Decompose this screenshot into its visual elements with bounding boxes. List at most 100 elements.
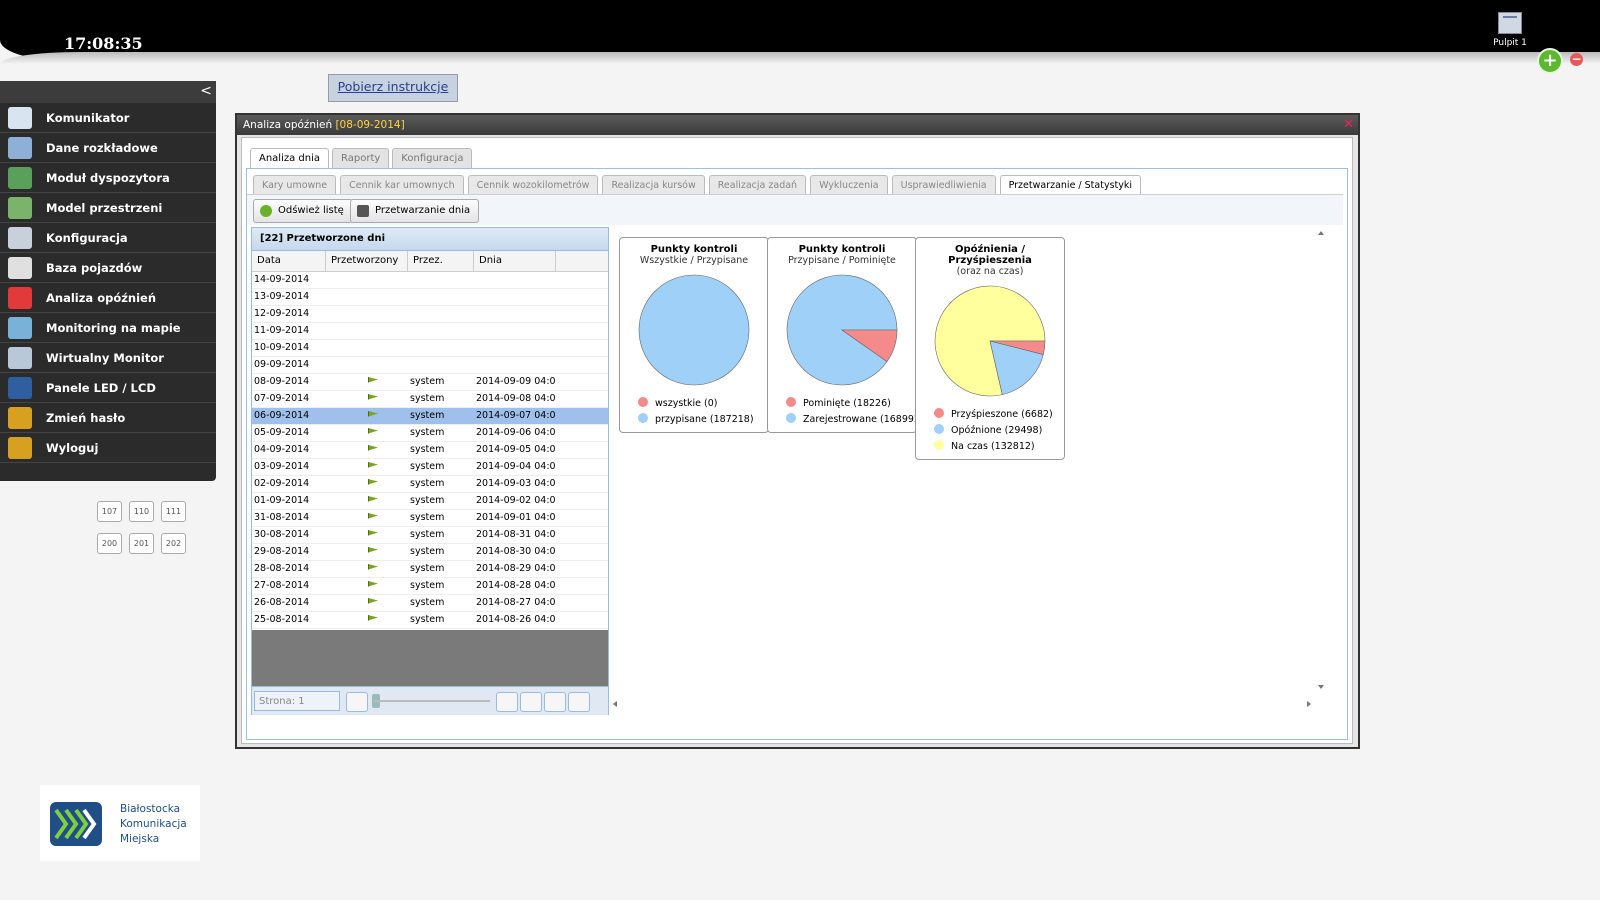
column-processed[interactable]: Przetworzony	[326, 251, 408, 271]
sidebar-item[interactable]: Model przestrzeni	[0, 193, 216, 223]
window-title-bar[interactable]: Analiza opóźnień [08-09-2014] ✕	[237, 115, 1358, 135]
chart-legend: Przyśpieszone (6682) Opóźnione (29498) Na …	[916, 407, 1064, 455]
sidebar-item[interactable]: Zmień hasło	[0, 403, 216, 433]
table-row[interactable]: 13-09-2014	[252, 289, 608, 306]
pager: Strona: 1	[252, 686, 608, 715]
cell-day: 2014-09-02 04:00	[476, 495, 556, 506]
column-date[interactable]: Data	[252, 251, 326, 271]
sidebar-item-label: Konfiguracja	[46, 230, 128, 245]
table-row[interactable]: 12-09-2014	[252, 306, 608, 323]
table-row[interactable]: 03-09-2014 system 2014-09-04 04:00	[252, 459, 608, 476]
tab-sub[interactable]: Usprawiedliwienia	[891, 175, 996, 195]
cell-by	[408, 272, 474, 288]
cell-date: 13-09-2014	[254, 291, 310, 302]
collapse-sidebar-button[interactable]: <	[200, 83, 212, 99]
tab-sub[interactable]: Przetwarzanie / Statystyki	[999, 175, 1142, 195]
download-instructions-link[interactable]: Pobierz instrukcje	[328, 74, 458, 102]
toolbar: Odśwież listę Przetwarzanie dnia	[247, 194, 1343, 225]
line-tile[interactable]: 111	[161, 501, 186, 522]
table-row[interactable]: 09-09-2014	[252, 357, 608, 374]
table-row[interactable]: 04-09-2014 system 2014-09-05 04:00	[252, 442, 608, 459]
desktop-switch[interactable]: Pulpit 1	[1482, 12, 1538, 48]
sidebar-item[interactable]: Dane rozkładowe	[0, 133, 216, 163]
flag-icon	[368, 530, 378, 536]
close-window-button[interactable]: ✕	[1343, 115, 1354, 135]
sidebar-item[interactable]: Wyloguj	[0, 433, 216, 463]
table-row[interactable]: 02-09-2014 system 2014-09-03 04:00	[252, 476, 608, 493]
page-field[interactable]: Strona: 1	[254, 691, 340, 711]
flag-icon	[368, 394, 378, 400]
page-slider[interactable]	[374, 700, 490, 702]
tab-sub[interactable]: Wykluczenia	[810, 175, 888, 195]
bus-icon	[8, 256, 32, 279]
tab-sub[interactable]: Cennik wozokilometrów	[467, 175, 599, 195]
tab-main[interactable]: Raporty	[332, 148, 390, 169]
chart-subtitle: (oraz na czas)	[956, 266, 1024, 277]
table-row[interactable]: 14-09-2014	[252, 272, 608, 289]
cell-by	[408, 306, 474, 322]
reload-grid-button[interactable]	[520, 692, 542, 712]
process-day-button[interactable]: Przetwarzanie dnia	[350, 199, 480, 223]
sidebar-item[interactable]: Baza pojazdów	[0, 253, 216, 283]
table-row[interactable]: 07-09-2014 system 2014-09-08 04:00	[252, 391, 608, 408]
line-tile[interactable]: 110	[129, 501, 154, 522]
monitor-icon	[8, 346, 32, 369]
table-row[interactable]: 29-08-2014 system 2014-08-30 04:00	[252, 544, 608, 561]
table-row[interactable]: 05-09-2014 system 2014-09-06 04:00	[252, 425, 608, 442]
desktop-icon	[1498, 12, 1522, 34]
tab-sub[interactable]: Realizacja kursów	[602, 175, 705, 195]
table-row[interactable]: 26-08-2014 system 2014-08-27 04:00	[252, 595, 608, 612]
clear-filter-button[interactable]	[568, 692, 590, 712]
cell-date: 11-09-2014	[254, 325, 310, 336]
sidebar-item[interactable]: Panele LED / LCD	[0, 373, 216, 403]
bkm-logo-icon	[50, 802, 102, 846]
sidebar-item[interactable]: Analiza opóźnień	[0, 283, 216, 313]
vertical-scrollbar[interactable]	[1315, 227, 1327, 697]
cell-date: 14-09-2014	[254, 274, 310, 285]
tab-sub[interactable]: Kary umowne	[253, 175, 337, 195]
table-row[interactable]: 06-09-2014 system 2014-09-07 04:00	[252, 408, 608, 425]
line-tile[interactable]: 200	[97, 533, 122, 554]
line-tile[interactable]: 202	[161, 533, 186, 554]
tab-sub[interactable]: Cennik kar umownych	[340, 175, 464, 195]
cell-processed	[326, 544, 408, 560]
table-row[interactable]: 11-09-2014	[252, 323, 608, 340]
table-row[interactable]: 27-08-2014 system 2014-08-28 04:00	[252, 578, 608, 595]
cell-day	[474, 289, 556, 305]
tab-main[interactable]: Konfiguracja	[392, 148, 473, 169]
table-row[interactable]: 31-08-2014 system 2014-09-01 04:00	[252, 510, 608, 527]
table-row[interactable]: 01-09-2014 system 2014-09-02 04:00	[252, 493, 608, 510]
refresh-list-button[interactable]: Odśwież listę	[253, 199, 353, 223]
sidebar-item[interactable]: Komunikator	[0, 103, 216, 133]
tools-icon	[8, 226, 32, 249]
next-page-button[interactable]	[496, 692, 518, 712]
table-row[interactable]: 30-08-2014 system 2014-08-31 04:00	[252, 527, 608, 544]
remove-desktop-button[interactable]: −	[1570, 53, 1583, 66]
tab-main[interactable]: Analiza dnia	[250, 148, 330, 169]
table-row[interactable]: 25-08-2014 system 2014-08-26 04:00	[252, 612, 608, 629]
table-row[interactable]: 10-09-2014	[252, 340, 608, 357]
add-desktop-button[interactable]: +	[1537, 48, 1563, 74]
horizontal-scrollbar[interactable]	[609, 697, 1315, 711]
prev-page-button[interactable]	[346, 692, 368, 712]
tab-sub[interactable]: Realizacja zadań	[708, 175, 807, 195]
sidebar-item[interactable]: Wirtualny Monitor	[0, 343, 216, 373]
cell-day: 2014-09-01 04:00	[476, 512, 556, 523]
sidebar-item-label: Dane rozkładowe	[46, 140, 158, 155]
grid-title: [22] Przetworzone dni	[252, 228, 608, 251]
table-row[interactable]: 08-09-2014 system 2014-09-09 04:00	[252, 374, 608, 391]
cell-date: 26-08-2014	[254, 597, 310, 608]
line-tile[interactable]: 201	[129, 533, 154, 554]
cell-date: 28-08-2014	[254, 563, 310, 574]
table-row[interactable]: 28-08-2014 system 2014-08-29 04:00	[252, 561, 608, 578]
flag-icon	[368, 615, 378, 621]
column-day[interactable]: Dnia	[474, 251, 556, 271]
column-by[interactable]: Przez.	[408, 251, 474, 271]
sidebar-item[interactable]: Monitoring na mapie	[0, 313, 216, 343]
sidebar-item[interactable]: Konfiguracja	[0, 223, 216, 253]
filter-button[interactable]	[544, 692, 566, 712]
sidebar-item[interactable]: Moduł dyspozytora	[0, 163, 216, 193]
flag-icon	[368, 513, 378, 519]
line-tile[interactable]: 107	[97, 501, 122, 522]
cell-date: 03-09-2014	[254, 461, 310, 472]
